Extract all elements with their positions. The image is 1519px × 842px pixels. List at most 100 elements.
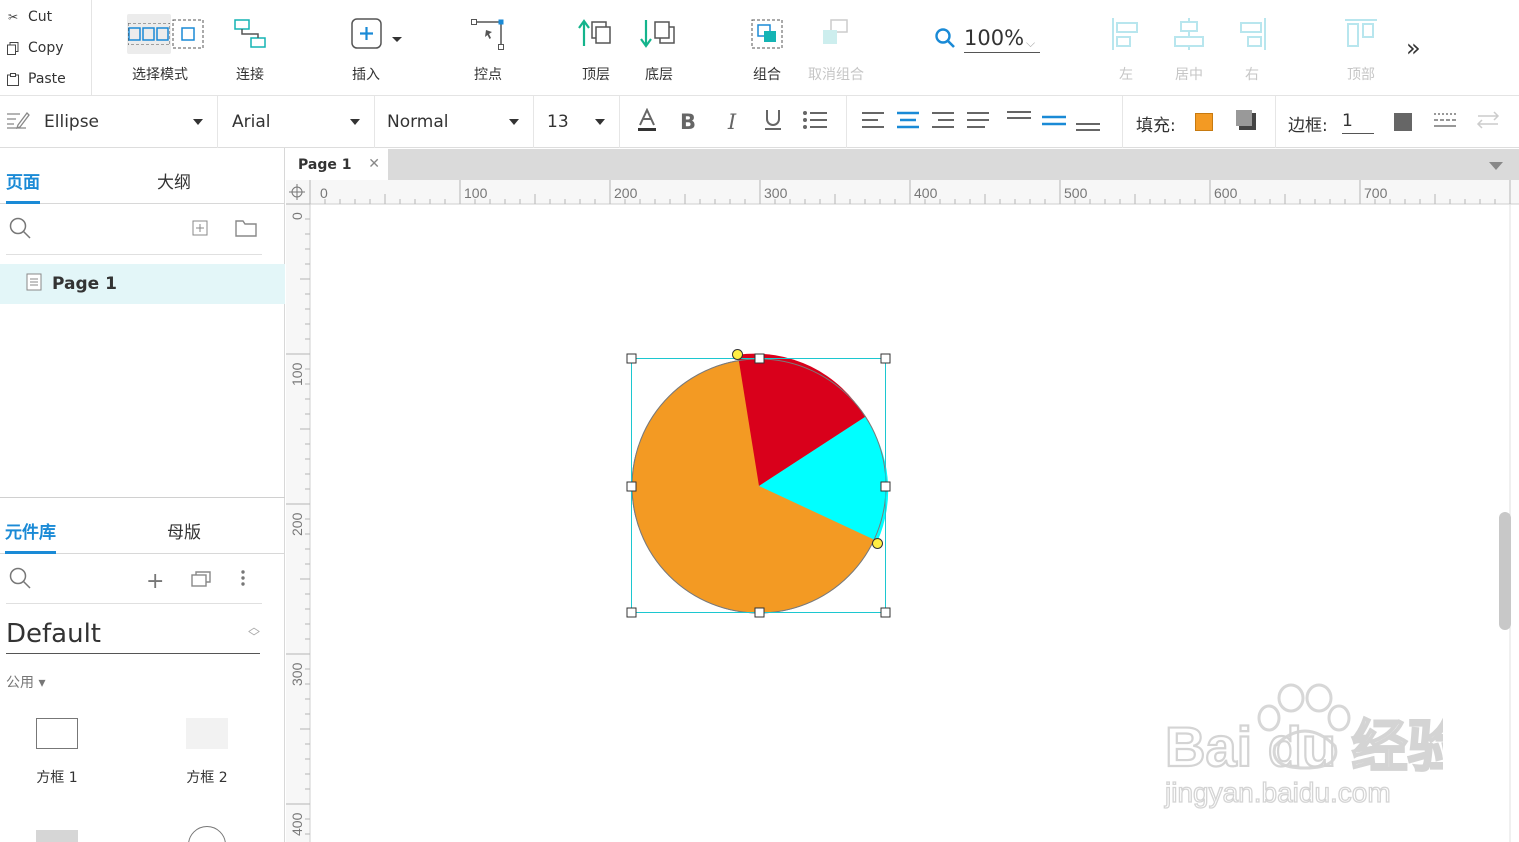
border-color-button[interactable] bbox=[1390, 109, 1416, 135]
search-icon[interactable] bbox=[8, 566, 32, 590]
pie-angle-handle-end[interactable] bbox=[872, 538, 883, 549]
tab-list-dropdown[interactable] bbox=[1489, 162, 1503, 170]
valign-bottom-button[interactable] bbox=[1075, 115, 1101, 141]
add-folder-icon[interactable] bbox=[235, 219, 257, 237]
send-to-back-icon bbox=[640, 14, 678, 54]
bring-to-front-button[interactable]: 顶层 bbox=[578, 14, 614, 84]
close-icon[interactable]: ✕ bbox=[368, 156, 380, 172]
tab-masters[interactable]: 母版 bbox=[167, 518, 201, 543]
zoom-control[interactable]: 100% ⌵ bbox=[934, 26, 1040, 53]
bullet-list-button[interactable] bbox=[802, 109, 828, 135]
ellipse-pie-shape[interactable] bbox=[631, 353, 889, 614]
align-center-icon bbox=[1172, 14, 1206, 54]
box-filled-shape-icon bbox=[186, 718, 228, 749]
connect-button[interactable]: 连接 bbox=[233, 14, 267, 84]
shadow-icon bbox=[1235, 109, 1257, 135]
tab-page-1[interactable]: Page 1 ✕ bbox=[286, 149, 388, 180]
align-text-center-button[interactable] bbox=[895, 109, 921, 135]
pie-angle-handle-start[interactable] bbox=[732, 349, 743, 360]
align-text-left-button[interactable] bbox=[860, 109, 886, 135]
font-family-select[interactable]: Arial bbox=[218, 96, 375, 148]
align-text-right-button[interactable] bbox=[930, 109, 956, 135]
select-mode-icon bbox=[127, 14, 171, 54]
select-contained-button[interactable] bbox=[172, 14, 204, 54]
ruler-label: 600 bbox=[1214, 185, 1238, 201]
vertical-scrollbar[interactable] bbox=[1499, 512, 1511, 630]
align-top-button[interactable]: 顶部 bbox=[1344, 14, 1378, 84]
paste-button[interactable]: Paste bbox=[6, 65, 66, 93]
ungroup-button[interactable]: 取消组合 bbox=[808, 14, 864, 84]
point-button[interactable]: 控点 bbox=[470, 14, 506, 84]
resize-handle-ne[interactable] bbox=[880, 353, 891, 364]
cut-button[interactable]: ✂ Cut bbox=[6, 3, 52, 31]
italic-icon: I bbox=[727, 110, 737, 134]
widget-box-1[interactable]: 方框 1 bbox=[36, 718, 78, 787]
box-shape-icon bbox=[36, 718, 78, 749]
tab-library[interactable]: 元件库 bbox=[5, 518, 56, 554]
canvas-area[interactable]: 0 100 200 300 400 500 600 700 0 100 200 … bbox=[286, 180, 1519, 842]
align-top-icon bbox=[1344, 14, 1378, 54]
shape-type-select[interactable]: Ellipse bbox=[0, 96, 218, 148]
valign-bottom-icon bbox=[1075, 119, 1101, 138]
separator bbox=[846, 96, 847, 148]
ruler-label: 100 bbox=[464, 185, 488, 201]
italic-button[interactable]: I bbox=[719, 109, 745, 135]
widget-placeholder[interactable] bbox=[36, 830, 78, 842]
valign-middle-button[interactable] bbox=[1041, 109, 1067, 135]
widget-ellipse[interactable] bbox=[188, 826, 226, 842]
font-weight-select[interactable]: Normal bbox=[375, 96, 534, 148]
align-text-justify-icon bbox=[966, 111, 990, 133]
more-options-icon[interactable] bbox=[240, 569, 246, 587]
align-center-button[interactable]: 居中 bbox=[1172, 14, 1206, 84]
resize-handle-e[interactable] bbox=[880, 481, 891, 492]
libraries-icon[interactable] bbox=[191, 569, 213, 587]
bold-button[interactable]: B bbox=[675, 109, 701, 135]
resize-handle-se[interactable] bbox=[880, 607, 891, 618]
arrow-style-button[interactable] bbox=[1475, 109, 1501, 135]
ruler-label: 100 bbox=[289, 362, 305, 386]
separator bbox=[1275, 96, 1276, 148]
font-size-select[interactable]: 13 bbox=[534, 96, 620, 148]
format-toolbar: Ellipse Arial Normal 13 B I 填充: 边框: 1 bbox=[0, 96, 1519, 148]
app-window: ✂ Cut Copy Paste 选择模式 连接 插入 控点 顶层 底层 组合 … bbox=[0, 0, 1519, 842]
underline-icon bbox=[764, 109, 782, 135]
library-select[interactable]: Default ︿ ﹀ bbox=[6, 614, 260, 654]
align-right-button[interactable]: 右 bbox=[1236, 14, 1268, 84]
fill-color-swatch bbox=[1195, 113, 1213, 131]
divider bbox=[6, 603, 262, 604]
border-width-input[interactable]: 1 bbox=[1342, 111, 1374, 134]
valign-top-button[interactable] bbox=[1006, 105, 1032, 131]
resize-handle-nw[interactable] bbox=[626, 353, 637, 364]
up-down-icon: ︿ ﹀ bbox=[247, 620, 260, 644]
add-page-icon[interactable] bbox=[192, 220, 208, 236]
valign-top-icon bbox=[1006, 109, 1032, 128]
font-color-button[interactable] bbox=[634, 107, 660, 135]
group-button[interactable]: 组合 bbox=[750, 14, 784, 84]
align-left-button[interactable]: 左 bbox=[1110, 14, 1142, 84]
scissors-icon: ✂ bbox=[7, 10, 19, 24]
search-icon[interactable] bbox=[8, 216, 32, 240]
tab-outline[interactable]: 大纲 bbox=[157, 168, 191, 193]
tab-pages[interactable]: 页面 bbox=[6, 168, 40, 204]
more-tools-button[interactable]: » bbox=[1406, 34, 1421, 62]
send-to-back-button[interactable]: 底层 bbox=[640, 14, 678, 84]
insert-button[interactable]: 插入 bbox=[350, 14, 404, 84]
add-library-icon[interactable]: + bbox=[146, 569, 164, 594]
copy-button[interactable]: Copy bbox=[6, 34, 64, 62]
paste-icon bbox=[6, 72, 20, 86]
resize-handle-n[interactable] bbox=[754, 353, 765, 364]
shadow-button[interactable] bbox=[1233, 109, 1259, 135]
align-text-justify-button[interactable] bbox=[965, 109, 991, 135]
resize-handle-sw[interactable] bbox=[626, 607, 637, 618]
connector-icon bbox=[233, 14, 267, 54]
resize-handle-w[interactable] bbox=[626, 481, 637, 492]
widget-box-2[interactable]: 方框 2 bbox=[186, 718, 228, 787]
underline-button[interactable] bbox=[760, 109, 786, 135]
category-toggle[interactable]: 公用 ▾ bbox=[6, 672, 45, 692]
resize-handle-s[interactable] bbox=[754, 607, 765, 618]
line-style-button[interactable] bbox=[1432, 109, 1458, 135]
canvas[interactable]: 0 100 200 300 400 500 600 700 0 100 200 … bbox=[286, 180, 1519, 842]
fill-color-button[interactable] bbox=[1191, 109, 1217, 135]
page-item[interactable]: Page 1 bbox=[0, 264, 285, 304]
align-text-center-icon bbox=[896, 111, 920, 133]
